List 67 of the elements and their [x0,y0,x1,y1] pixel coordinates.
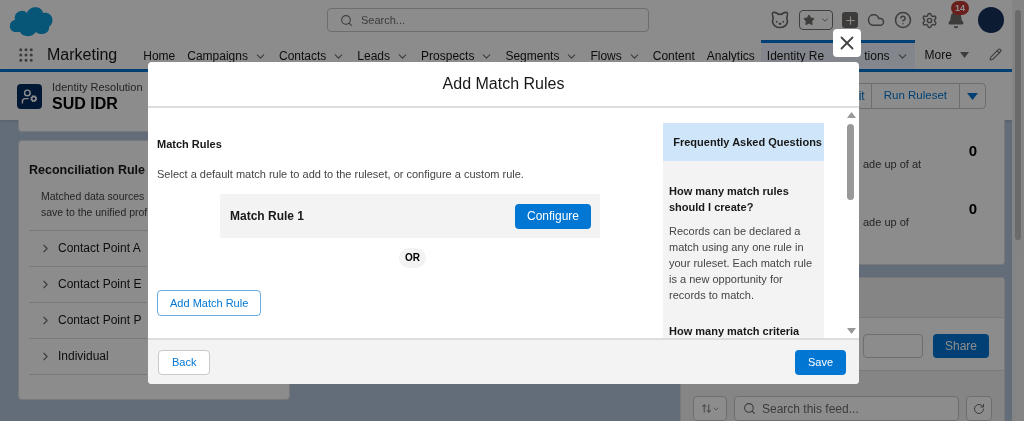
save-button[interactable]: Save [794,349,846,375]
or-separator: OR [399,248,426,268]
edit-icon[interactable] [989,48,1002,61]
star-icon [803,14,815,26]
search-icon [340,13,353,27]
stat-label: ade up of at [863,157,922,172]
nav-tab[interactable]: Flows [584,40,647,69]
card-title: Reconciliation Rule [29,162,145,179]
accordion-item[interactable]: Contact Point P [29,302,147,339]
settings-icon[interactable] [921,11,938,29]
scroll-up-icon[interactable] [847,112,856,118]
description-line: Matched data sources [41,188,145,204]
faq-title: Frequently Asked Questions [673,134,822,150]
cat-icon[interactable] [770,10,790,30]
close-button[interactable] [833,29,861,57]
search-placeholder: Search this feed... [762,400,859,418]
nav-tab[interactable]: Campaigns [181,40,273,69]
cloud-icon[interactable] [867,11,885,29]
notification-badge: 14 [951,1,969,15]
notification-icon[interactable] [947,11,965,29]
nav-tab[interactable]: Prospects [415,40,500,69]
caret-icon [959,51,969,58]
search-field[interactable]: Search... [327,8,649,32]
avatar[interactable] [978,7,1004,33]
caret-icon [967,92,978,100]
scroll-down-icon[interactable] [847,328,856,334]
faq-question: How many match criteria [669,324,801,338]
search-placeholder: Search... [361,12,406,28]
post-field[interactable] [862,334,923,358]
app-name: Marketing [47,44,118,65]
accordion-item[interactable]: Contact Point A [29,230,147,267]
rule-name: Match Rule 1 [230,208,304,225]
section-description: Select a default match rule to add to the ruleset, or configure a custom rule. [157,166,525,182]
record-type: Identity Resolution [52,79,143,95]
more-tab[interactable]: More [914,40,979,69]
sort-icon [700,403,712,414]
configure-button[interactable]: Configure [514,203,591,229]
nav-tab[interactable]: Leads [351,40,416,69]
run-ruleset-button[interactable]: Run Ruleset [871,84,960,108]
description-line: save to the unified prof [41,204,148,220]
app-launcher-icon[interactable] [17,45,35,64]
section-title: Match Rules [157,137,223,152]
search-icon [743,402,756,415]
sort-button[interactable] [693,396,727,421]
share-button[interactable]: Share [932,334,989,358]
refresh-icon [973,402,985,415]
accordion-item[interactable]: Contact Point E [29,266,147,303]
record-title: SUD IDR [52,95,119,114]
nav-tab[interactable]: Contacts [272,40,352,69]
modal-title: Add Match Rules [442,74,565,94]
scrollbar-thumb[interactable] [847,124,854,200]
refresh-button[interactable] [966,396,992,421]
stat-value: 0 [968,199,977,219]
feed-search-field[interactable]: Search this feed... [734,396,959,421]
nav-tab[interactable]: Segments [499,40,585,69]
faq-question: How many match rules should I create? [669,184,790,215]
add-match-rule-button[interactable]: Add Match Rule [157,290,262,316]
faq-answer: Records can be declared a match using any one rule in your ruleset. Each match rule is a new opportunity for records to match. [669,224,814,303]
scrollbar-thumb[interactable] [1015,10,1021,240]
caret-icon [820,15,830,25]
record-icon [17,83,42,109]
help-icon[interactable] [894,11,912,29]
plus-icon[interactable] [842,12,858,28]
stat-label: ade up of [863,215,909,230]
stat-value: 0 [968,141,977,161]
back-button[interactable]: Back [158,349,211,375]
accordion-item[interactable]: Individual [29,338,147,375]
